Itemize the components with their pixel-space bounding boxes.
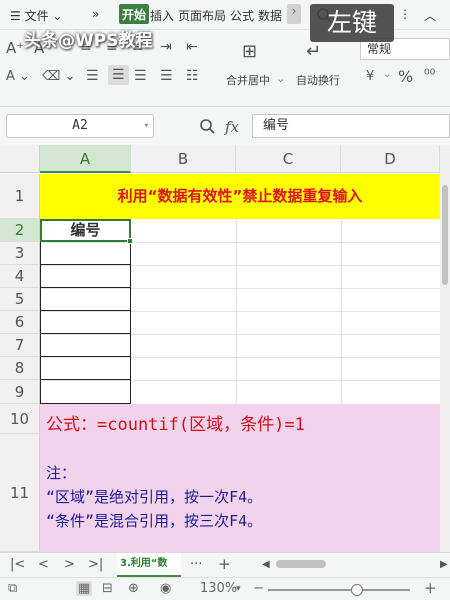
eye-protection-icon[interactable]: ◉	[160, 581, 171, 596]
column-header-c[interactable]: C	[236, 145, 341, 173]
column-header-b[interactable]: B	[131, 145, 236, 173]
thousands-separator-icon[interactable]: ⁰⁰	[424, 67, 435, 83]
wrap-text-button[interactable]: 自动换行	[296, 72, 340, 88]
note-cell[interactable]: 公式：=countif(区域，条件)=1 注： “区域”是绝对引用，按一次F4。…	[40, 404, 440, 552]
align-left-icon[interactable]: ☰	[86, 68, 99, 84]
cell-a6[interactable]	[40, 311, 131, 334]
row-header-10[interactable]: 10	[0, 404, 40, 434]
row-header-3[interactable]: 3	[0, 242, 40, 265]
zoom-in-icon[interactable]: +	[424, 579, 437, 597]
zoom-out-icon[interactable]: −	[253, 581, 264, 596]
prev-sheet-icon[interactable]: <	[38, 557, 49, 572]
row-header-9[interactable]: 9	[0, 380, 40, 404]
note-formula: 公式：=countif(区域，条件)=1	[46, 415, 305, 435]
align-right-icon[interactable]: ☰	[134, 68, 147, 84]
tab-insert[interactable]: 插入	[150, 7, 174, 24]
sheet-tab-bar: |< < > >| 3.利用“数 ··· + ◀ ▶	[0, 552, 450, 577]
tab-home[interactable]: 开始	[119, 4, 150, 24]
note-label: 注：	[46, 464, 77, 482]
zoom-dropdown-icon[interactable]: ▾	[236, 584, 241, 594]
last-sheet-icon[interactable]: >|	[88, 557, 103, 572]
note-line-2: “条件”是混合引用，按三次F4。	[46, 512, 263, 530]
formula-bar: A2 ▾ fx 编号	[0, 108, 450, 144]
merge-center-button[interactable]: 合并居中	[226, 72, 270, 88]
distributed-align-icon[interactable]: ☷	[186, 68, 199, 84]
sheet-tab-active[interactable]: 3.利用“数	[117, 553, 181, 577]
align-center-icon[interactable]: ☰	[108, 65, 129, 85]
spreadsheet-grid[interactable]: A B C D 1 2 3 4 5 6 7 8 9 10 11 利用“数据有效性…	[0, 145, 440, 552]
wrap-text-icon[interactable]: ↵	[306, 41, 321, 62]
find-icon[interactable]	[199, 118, 215, 138]
currency-dropdown-icon[interactable]: ⌄	[383, 69, 391, 80]
tab-formulas[interactable]: 公式	[230, 7, 254, 24]
cell-a4[interactable]	[40, 265, 131, 288]
name-box-dropdown-icon[interactable]: ▾	[144, 115, 149, 137]
row-header-6[interactable]: 6	[0, 311, 40, 334]
page-layout-icon[interactable]: ⊕	[128, 581, 139, 596]
cell-reference: A2	[72, 118, 88, 133]
watermark: 头条@WPS教程	[24, 31, 153, 51]
percent-icon[interactable]: %	[398, 67, 413, 86]
justify-icon[interactable]: ☰	[160, 68, 173, 84]
cell-a3[interactable]	[40, 242, 131, 265]
row-header-11[interactable]: 11	[0, 434, 40, 552]
tab-scroll-right-icon[interactable]: ›	[287, 4, 301, 24]
insert-function-icon[interactable]: fx	[225, 118, 239, 136]
select-all-corner[interactable]	[0, 145, 40, 173]
vertical-scrollbar[interactable]	[440, 145, 450, 552]
add-sheet-icon[interactable]: +	[218, 555, 231, 573]
vertical-scroll-thumb[interactable]	[442, 185, 448, 285]
formula-input[interactable]: 编号	[252, 114, 450, 138]
page-break-view-icon[interactable]: ⊟	[102, 581, 113, 596]
row-header-8[interactable]: 8	[0, 357, 40, 380]
status-bar: ⧉ ▦ ⊟ ⊕ ◉ 130% ▾ − +	[0, 577, 450, 600]
first-sheet-icon[interactable]: |<	[10, 557, 25, 572]
row-header-1[interactable]: 1	[0, 174, 40, 219]
mouse-key-badge: 左键	[310, 4, 394, 42]
more-tabs-icon[interactable]: »	[92, 7, 99, 21]
cell-a7[interactable]	[40, 334, 131, 357]
zoom-slider[interactable]	[268, 584, 410, 596]
row-header-4[interactable]: 4	[0, 265, 40, 288]
next-sheet-icon[interactable]: >	[64, 557, 75, 572]
normal-view-icon[interactable]: ▦	[76, 581, 93, 596]
scroll-right-icon[interactable]: ▶	[440, 559, 448, 570]
tab-data[interactable]: 数据	[258, 7, 282, 24]
column-header-a[interactable]: A	[40, 145, 131, 173]
increase-font-icon[interactable]: A⁺	[6, 39, 24, 57]
tab-page-layout[interactable]: 页面布局	[178, 7, 226, 24]
more-sheets-icon[interactable]: ···	[190, 557, 202, 572]
cell-a5[interactable]	[40, 288, 131, 311]
cell-a2-value: 编号	[70, 221, 101, 239]
gridline	[341, 219, 342, 404]
row-header-2[interactable]: 2	[0, 219, 40, 242]
merge-center-icon[interactable]: ⊞	[242, 41, 257, 62]
font-color-icon[interactable]: A ⌄	[6, 69, 30, 84]
title-cell[interactable]: 利用“数据有效性”禁止数据重复输入	[40, 174, 440, 219]
sheet-view-icon[interactable]: ⧉	[8, 581, 17, 596]
clear-format-icon[interactable]: ⌫ ⌄	[42, 69, 75, 84]
cell-a2-selected[interactable]: 编号	[40, 219, 133, 244]
row-header-5[interactable]: 5	[0, 288, 40, 311]
indent-icon[interactable]: ⇥	[160, 39, 172, 55]
outdent-icon[interactable]: ⇤	[186, 39, 198, 55]
file-menu[interactable]: ☰ 文件 ⌄	[10, 7, 62, 24]
cell-a8[interactable]	[40, 357, 131, 380]
overflow-menu-icon[interactable]: ⋮	[399, 7, 411, 21]
fill-handle[interactable]	[127, 238, 133, 244]
note-line-1: “区域”是绝对引用，按一次F4。	[46, 488, 263, 506]
name-box[interactable]: A2 ▾	[6, 114, 154, 138]
row-header-7[interactable]: 7	[0, 334, 40, 357]
zoom-level[interactable]: 130%	[200, 581, 237, 596]
currency-icon[interactable]: ¥	[366, 69, 374, 84]
horizontal-scroll-thumb[interactable]	[276, 560, 326, 568]
collapse-ribbon-icon[interactable]: ︿	[424, 7, 436, 24]
merge-dropdown-icon[interactable]: ⌄	[276, 72, 285, 85]
column-header-d[interactable]: D	[341, 145, 440, 173]
cell-a9[interactable]	[40, 380, 131, 404]
gridline	[236, 219, 237, 404]
zoom-slider-knob[interactable]	[351, 584, 364, 596]
scroll-left-icon[interactable]: ◀	[262, 559, 270, 570]
